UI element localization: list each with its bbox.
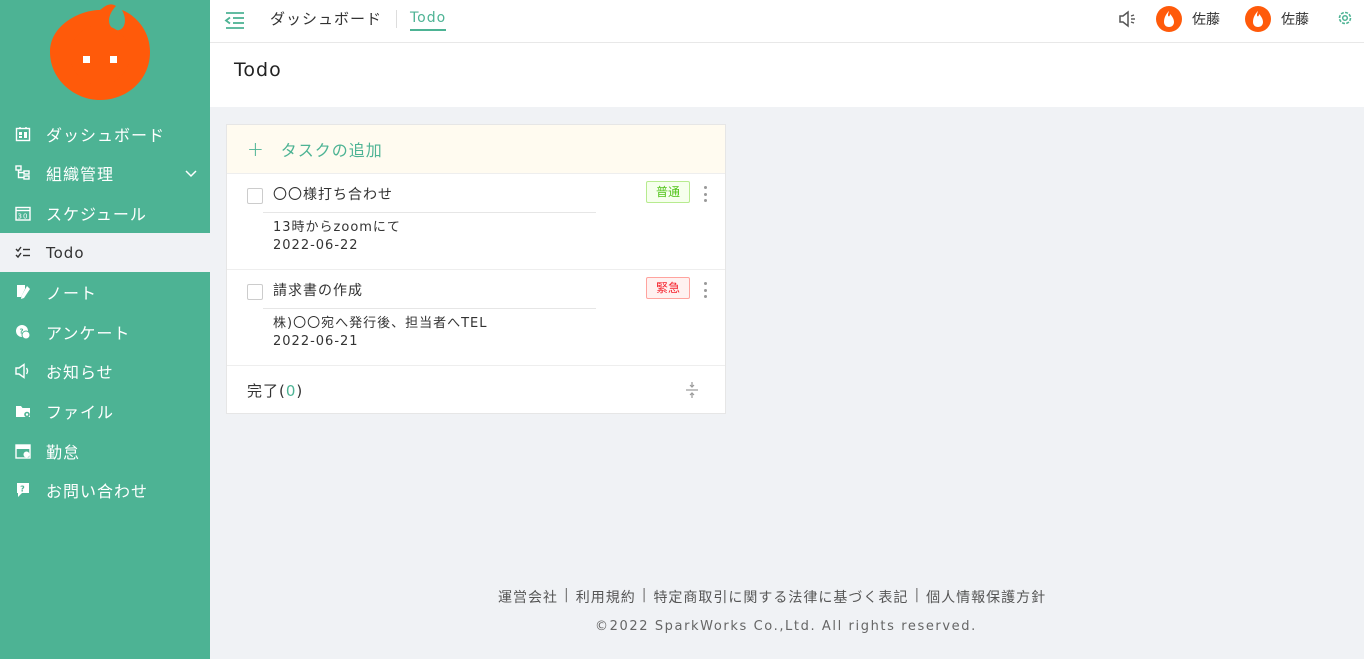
- page-title: Todo: [234, 59, 282, 81]
- more-options-icon[interactable]: [697, 184, 713, 204]
- sidebar-item-label: ファイル: [46, 402, 115, 422]
- plus-icon: +: [247, 137, 265, 161]
- task-memo: 13時からzoomにて: [273, 220, 401, 235]
- task-title: 〇〇様打ち合わせ: [273, 187, 393, 203]
- footer-link-commerce-law[interactable]: 特定商取引に関する法律に基づく表記: [653, 587, 908, 607]
- survey-icon: ?: [14, 323, 32, 341]
- add-task-label: タスクの追加: [280, 141, 383, 160]
- footer-link-terms[interactable]: 利用規約: [576, 587, 636, 607]
- sidebar-item-label: お知らせ: [46, 363, 114, 383]
- dashboard-icon: [14, 125, 32, 143]
- inquiry-icon: ?: [14, 481, 32, 499]
- chevron-down-icon[interactable]: [184, 166, 198, 180]
- completed-count: 0: [285, 382, 297, 400]
- sidebar-item-file[interactable]: ファイル: [0, 391, 210, 431]
- checklist-icon: [14, 244, 32, 262]
- page-title-bar: Todo: [210, 43, 1364, 107]
- svg-text:30: 30: [18, 212, 29, 220]
- task-divider: [263, 308, 596, 309]
- copyright: ©2022 SparkWorks Co.,Ltd. All rights res…: [595, 619, 977, 634]
- task-divider: [263, 212, 596, 213]
- user-menu[interactable]: 佐藤: [1245, 6, 1309, 32]
- sidebar-item-notice[interactable]: お知らせ: [0, 352, 210, 392]
- gear-icon[interactable]: [1336, 9, 1354, 27]
- logo-icon[interactable]: [50, 0, 150, 100]
- sidebar-item-label: お問い合わせ: [46, 482, 149, 502]
- sidebar: ダッシュボード 組織管理 30 スケジュール Todo ノート ? アンケート …: [0, 0, 210, 659]
- expand-icon[interactable]: [685, 381, 699, 399]
- user-name: 佐藤: [1281, 12, 1309, 28]
- completed-label: 完了(0): [247, 382, 304, 400]
- megaphone-icon: [14, 362, 32, 380]
- task-date: 2022-06-21: [273, 334, 359, 349]
- sidebar-item-label: 組織管理: [46, 165, 115, 185]
- completed-section[interactable]: 完了(0): [227, 366, 725, 413]
- task-date: 2022-06-22: [273, 238, 359, 253]
- breadcrumb-divider: [396, 10, 397, 28]
- org-chart-icon: [14, 164, 32, 182]
- avatar: [1245, 6, 1271, 32]
- footer-separator: |: [564, 587, 570, 603]
- user-name: 佐藤: [1192, 12, 1220, 28]
- footer-separator: |: [914, 587, 921, 603]
- calendar-icon: 30: [14, 204, 32, 222]
- sidebar-item-label: Todo: [46, 243, 85, 262]
- sidebar-item-dashboard[interactable]: ダッシュボード: [0, 114, 210, 154]
- add-task-button[interactable]: + タスクの追加: [227, 125, 725, 174]
- sidebar-nav: ダッシュボード 組織管理 30 スケジュール Todo ノート ? アンケート …: [0, 114, 210, 510]
- svg-text:?: ?: [19, 327, 24, 335]
- breadcrumb-dashboard[interactable]: ダッシュボード: [270, 8, 382, 29]
- sidebar-item-note[interactable]: ノート: [0, 272, 210, 312]
- sidebar-item-label: スケジュール: [46, 204, 147, 224]
- svg-text:?: ?: [20, 485, 26, 494]
- footer-link-privacy[interactable]: 個人情報保護方針: [926, 587, 1046, 607]
- completed-text: 完了: [247, 382, 280, 400]
- sidebar-item-survey[interactable]: ? アンケート: [0, 312, 210, 352]
- sidebar-item-organization[interactable]: 組織管理: [0, 154, 210, 194]
- note-icon: [14, 283, 32, 301]
- breadcrumb-todo[interactable]: Todo: [410, 10, 447, 31]
- sidebar-item-label: ノート: [46, 284, 98, 304]
- sidebar-item-label: 勤怠: [46, 442, 81, 462]
- speaker-icon[interactable]: [1118, 9, 1138, 29]
- sidebar-item-inquiry[interactable]: ? お問い合わせ: [0, 470, 210, 510]
- attendance-icon: [14, 442, 32, 460]
- todo-card: + タスクの追加 〇〇様打ち合わせ 13時からzoomにて 2022-06-22…: [226, 124, 726, 414]
- sidebar-item-todo[interactable]: Todo: [0, 232, 210, 273]
- priority-badge: 普通: [646, 181, 690, 203]
- task-item[interactable]: 請求書の作成 株)〇〇宛へ発行後、担当者へTEL 2022-06-21 緊急: [227, 270, 725, 366]
- sidebar-item-schedule[interactable]: 30 スケジュール: [0, 193, 210, 233]
- footer-link-company[interactable]: 運営会社: [498, 587, 558, 607]
- priority-badge: 緊急: [646, 277, 690, 299]
- sidebar-item-attendance[interactable]: 勤怠: [0, 431, 210, 471]
- folder-icon: [14, 402, 32, 420]
- footer-links: 運営会社 | 利用規約 | 特定商取引に関する法律に基づく表記 | 個人情報保護…: [498, 587, 1046, 607]
- sidebar-item-label: ダッシュボード: [46, 125, 166, 145]
- task-item[interactable]: 〇〇様打ち合わせ 13時からzoomにて 2022-06-22 普通: [227, 174, 725, 270]
- top-header: ダッシュボード Todo 佐藤 佐藤: [210, 0, 1364, 43]
- collapse-menu-icon[interactable]: [224, 9, 246, 31]
- task-checkbox[interactable]: [247, 188, 263, 204]
- task-checkbox[interactable]: [247, 284, 263, 300]
- task-memo: 株)〇〇宛へ発行後、担当者へTEL: [273, 316, 488, 331]
- more-options-icon[interactable]: [697, 280, 713, 300]
- user-menu[interactable]: 佐藤: [1156, 6, 1220, 32]
- task-title: 請求書の作成: [273, 283, 363, 299]
- sidebar-item-label: アンケート: [46, 323, 131, 343]
- avatar: [1156, 6, 1182, 32]
- footer-separator: |: [641, 587, 648, 603]
